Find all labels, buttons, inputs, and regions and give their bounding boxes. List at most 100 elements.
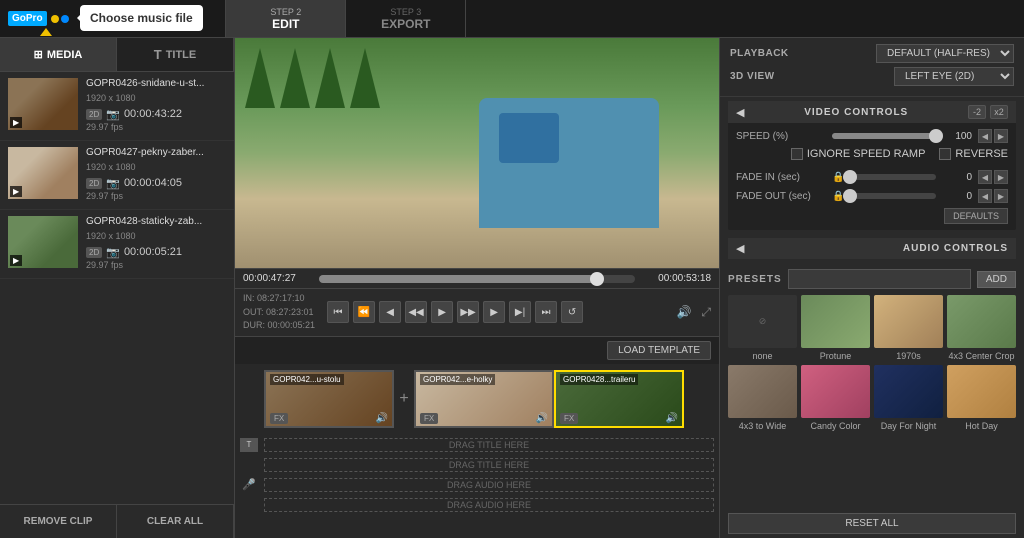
- next-frame-button[interactable]: ▶|: [509, 301, 531, 323]
- times-2-button[interactable]: x2: [990, 105, 1008, 119]
- speed-increase-button[interactable]: ▶: [994, 129, 1008, 143]
- preset-item-4x3wide[interactable]: 4x3 to Wide: [728, 365, 797, 431]
- preset-item-hotday[interactable]: Hot Day: [947, 365, 1016, 431]
- media-filename: GOPR0426-snidane-u-st...: [86, 78, 226, 89]
- add-clip-button[interactable]: +: [394, 370, 414, 428]
- drag-audio-placeholder-1[interactable]: DRAG AUDIO HERE: [264, 478, 714, 492]
- play-button[interactable]: ▶: [431, 301, 453, 323]
- tab-media[interactable]: ⊞ MEDIA: [0, 38, 117, 71]
- fullscreen-icon[interactable]: ⤢: [701, 305, 711, 320]
- tree-decoration: [280, 48, 310, 108]
- defaults-button[interactable]: DEFAULTS: [944, 208, 1008, 224]
- reverse-checkbox[interactable]: [939, 148, 951, 160]
- preset-item-1970s[interactable]: 1970s: [874, 295, 943, 361]
- fade-in-value: 0: [942, 172, 972, 183]
- fast-forward-button[interactable]: ▶▶: [457, 301, 479, 323]
- go-to-start-button[interactable]: ⏮: [327, 301, 349, 323]
- audio-collapse-icon: ◀: [736, 242, 744, 255]
- go-to-end-button[interactable]: ⏭: [535, 301, 557, 323]
- tab-title[interactable]: T TITLE: [117, 38, 234, 71]
- fade-out-increase-button[interactable]: ▶: [994, 189, 1008, 203]
- list-item[interactable]: ▶ GOPR0426-snidane-u-st... 1920 x 1080 2…: [0, 72, 234, 141]
- media-info: GOPR0427-pekny-zaber... 1920 x 1080 2D 📷…: [86, 147, 226, 203]
- step-back-button[interactable]: ◀: [379, 301, 401, 323]
- media-info: GOPR0426-snidane-u-st... 1920 x 1080 2D …: [86, 78, 226, 134]
- fade-out-knob[interactable]: [843, 189, 857, 203]
- fade-out-decrease-button[interactable]: ◀: [978, 189, 992, 203]
- clear-all-button[interactable]: CLEAR ALL: [117, 505, 234, 538]
- tree-decoration: [245, 48, 275, 108]
- step-forward-button[interactable]: ▶: [483, 301, 505, 323]
- preset-item-candy[interactable]: Candy Color: [801, 365, 870, 431]
- fade-in-increase-button[interactable]: ▶: [994, 170, 1008, 184]
- preset-label-hotday: Hot Day: [965, 421, 998, 431]
- tab-export[interactable]: STEP 3 EXPORT: [346, 0, 466, 37]
- media-filename: GOPR0427-pekny-zaber...: [86, 147, 226, 158]
- tree-decoration: [350, 48, 380, 108]
- minus-2-button[interactable]: -2: [968, 105, 986, 119]
- list-item[interactable]: ▶ GOPR0428-staticky-zab... 1920 x 1080 2…: [0, 210, 234, 279]
- ignore-speed-ramp-checkbox[interactable]: [791, 148, 803, 160]
- drag-title-placeholder-1[interactable]: DRAG TITLE HERE: [264, 438, 714, 452]
- media-duration: 00:00:43:22: [124, 108, 182, 120]
- preset-item-4x3center[interactable]: 4x3 Center Crop: [947, 295, 1016, 361]
- fade-in-slider[interactable]: [850, 174, 936, 180]
- preset-thumbnail-daynight: [874, 365, 943, 418]
- progress-knob[interactable]: [590, 272, 604, 286]
- media-thumbnail: ▶: [8, 78, 78, 130]
- speed-decrease-button[interactable]: ◀: [978, 129, 992, 143]
- step3-num: STEP 3: [390, 7, 421, 17]
- audio-controls-header[interactable]: ◀ AUDIO CONTROLS: [728, 238, 1016, 259]
- drag-audio-placeholder-2[interactable]: DRAG AUDIO HERE: [264, 498, 714, 512]
- timeline-clip[interactable]: GOPR042...u-stolu FX 🔊: [264, 370, 394, 428]
- end-time-display: 00:00:53:18: [641, 273, 711, 284]
- clip-audio-icon: 🔊: [666, 413, 678, 424]
- title-track-icon: T: [240, 438, 258, 452]
- ignore-speed-ramp-label: IGNORE SPEED RAMP: [807, 148, 926, 160]
- tab-edit[interactable]: STEP 2 EDIT: [226, 0, 346, 37]
- step-tabs: STEP 1 VIEW & TRIM STEP 2 EDIT STEP 3 EX…: [90, 0, 1024, 37]
- title-tab-icon: T: [154, 47, 162, 62]
- fade-in-row: FADE IN (sec) 🔒 0 ◀ ▶: [736, 170, 1008, 184]
- title-track-2: DRAG TITLE HERE: [240, 456, 714, 474]
- fade-in-decrease-button[interactable]: ◀: [978, 170, 992, 184]
- preset-label-1970s: 1970s: [896, 351, 921, 361]
- badge-2d: 2D: [86, 109, 102, 120]
- loop-button[interactable]: ↺: [561, 301, 583, 323]
- badge-2d: 2D: [86, 178, 102, 189]
- remove-clip-button[interactable]: REMOVE CLIP: [0, 505, 117, 538]
- reset-all-button[interactable]: RESET ALL: [728, 513, 1016, 534]
- progress-bar[interactable]: [319, 275, 635, 283]
- fade-in-knob[interactable]: [843, 170, 857, 184]
- load-template-button[interactable]: LOAD TEMPLATE: [607, 341, 711, 360]
- preset-item-none[interactable]: ⊘ none: [728, 295, 797, 361]
- step2-name: EDIT: [272, 17, 299, 31]
- speed-arrows: ◀ ▶: [978, 129, 1008, 143]
- video-controls-header[interactable]: ◀ VIDEO CONTROLS -2 x2: [728, 101, 1016, 123]
- list-item[interactable]: ▶ GOPR0427-pekny-zaber... 1920 x 1080 2D…: [0, 141, 234, 210]
- volume-icon[interactable]: 🔊: [676, 305, 691, 319]
- preset-thumbnail-none: ⊘: [728, 295, 797, 348]
- preset-item-daynight[interactable]: Day For Night: [874, 365, 943, 431]
- speed-slider-knob[interactable]: [929, 129, 943, 143]
- preset-label-none: none: [752, 351, 772, 361]
- preview-trees: [245, 48, 380, 108]
- 3d-view-select[interactable]: LEFT EYE (2D): [894, 67, 1014, 86]
- timeline-clip-selected[interactable]: GOPR0428...traileru FX 🔊: [554, 370, 684, 428]
- drag-title-placeholder-2[interactable]: DRAG TITLE HERE: [264, 458, 714, 472]
- media-resolution: 1920 x 1080: [86, 230, 226, 244]
- speed-slider[interactable]: [832, 133, 936, 139]
- playback-select[interactable]: DEFAULT (HALF-RES): [876, 44, 1014, 63]
- fade-out-row: FADE OUT (sec) 🔒 0 ◀ ▶: [736, 189, 1008, 203]
- dot-blue: [61, 15, 69, 23]
- timeline-area: GOPR042...u-stolu FX 🔊 + GOPR042...e-hol…: [235, 364, 719, 538]
- fade-out-slider[interactable]: [850, 193, 936, 199]
- template-bar: LOAD TEMPLATE: [235, 337, 719, 364]
- prev-frame-button[interactable]: ⏪: [353, 301, 375, 323]
- presets-add-button[interactable]: ADD: [977, 271, 1016, 288]
- preset-item-protune[interactable]: Protune: [801, 295, 870, 361]
- rewind-button[interactable]: ◀◀: [405, 301, 427, 323]
- media-fps: 29.97 fps: [86, 121, 226, 135]
- presets-search-input[interactable]: [788, 269, 971, 289]
- timeline-clip[interactable]: GOPR042...e-holky FX 🔊: [414, 370, 554, 428]
